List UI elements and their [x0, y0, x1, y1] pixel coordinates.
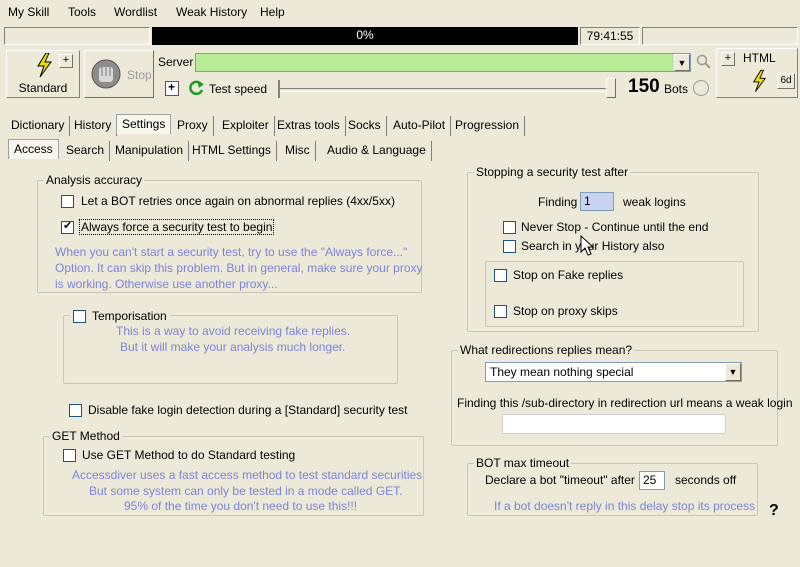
analysis-accuracy-title: Analysis accuracy: [44, 173, 145, 187]
tab-socks[interactable]: Socks: [343, 116, 387, 136]
redirection-select[interactable]: They mean nothing special ▼: [485, 362, 742, 382]
mouse-cursor-icon: [580, 235, 594, 256]
menu-help[interactable]: Help: [260, 5, 285, 19]
analysis-hint-line-2: Option. It can skip this problem. But in…: [55, 261, 423, 275]
tab-audio-language[interactable]: Audio & Language: [322, 141, 432, 161]
bot-timeout-title: BOT max timeout: [474, 456, 572, 470]
finding-count-input[interactable]: 1: [580, 192, 614, 211]
fake-replies-label[interactable]: Stop on Fake replies: [513, 268, 623, 282]
progress-bar: 0%: [152, 27, 578, 45]
timer-display: 79:41:55: [580, 27, 640, 45]
force-test-checkbox[interactable]: [61, 219, 74, 234]
server-label: Server: [158, 55, 194, 69]
stop-label: Stop: [127, 68, 152, 82]
bots-label: Bots: [664, 82, 689, 96]
tab-search[interactable]: Search: [61, 141, 111, 161]
temporisation-hint-line-1: This is a way to avoid receiving fake re…: [116, 324, 351, 338]
retry-checkbox[interactable]: [61, 195, 74, 208]
html-plus-button[interactable]: +: [721, 52, 735, 66]
timeout-seconds-input[interactable]: 25: [639, 471, 665, 490]
test-speed-label: Test speed: [209, 82, 268, 96]
tab-manipulation[interactable]: Manipulation: [110, 141, 190, 161]
retry-label[interactable]: Let a BOT retries once again on abnormal…: [81, 194, 395, 208]
analysis-hint-line-3: is working. Otherwise use another proxy.…: [55, 277, 278, 291]
temporisation-hint-line-2: But it will make your analysis much long…: [120, 340, 346, 354]
refresh-arrow-icon: [189, 80, 204, 96]
temporisation-label[interactable]: Temporisation: [92, 309, 167, 323]
never-stop-label[interactable]: Never Stop - Continue until the end: [521, 220, 708, 234]
proxy-skips-label[interactable]: Stop on proxy skips: [513, 304, 618, 318]
menu-bar: My Skill Tools Wordlist Weak History Hel…: [0, 0, 800, 24]
status-panel-left: [4, 27, 150, 45]
menu-tools[interactable]: Tools: [68, 5, 96, 19]
fake-replies-checkbox[interactable]: [494, 269, 507, 282]
tab-access[interactable]: Access: [8, 139, 59, 159]
get-method-hint-line-3: 95% of the time you don't need to use th…: [124, 499, 358, 513]
standard-mode-label[interactable]: Standard: [7, 81, 79, 95]
magnifier-icon[interactable]: [696, 54, 712, 70]
declare-timeout-label: Declare a bot "timeout" after: [485, 473, 635, 487]
temporisation-checkbox[interactable]: [73, 310, 86, 323]
server-combobox[interactable]: ▼: [195, 53, 691, 72]
standard-panel: + Standard: [6, 50, 80, 98]
standard-plus-button[interactable]: +: [59, 54, 73, 68]
speed-slider-left-tick: [278, 80, 280, 98]
get-method-hint-line-1: Accessdiver uses a fast access method to…: [72, 468, 423, 482]
html-mode-label[interactable]: HTML: [743, 51, 776, 65]
tab-auto-pilot[interactable]: Auto-Pilot: [388, 116, 452, 136]
speed-slider-track[interactable]: [278, 88, 612, 92]
sub-tab-strip: Access Search Manipulation HTML Settings…: [6, 139, 796, 161]
redirection-select-value: They mean nothing special: [490, 365, 634, 379]
get-method-checkbox[interactable]: [63, 449, 76, 462]
tab-proxy[interactable]: Proxy: [172, 116, 214, 136]
chevron-down-icon[interactable]: ▼: [674, 54, 690, 71]
stopping-title: Stopping a security test after: [474, 165, 631, 179]
subdir-input[interactable]: [502, 414, 726, 434]
lightning-icon: [752, 69, 767, 92]
tab-history[interactable]: History: [69, 116, 118, 136]
lightning-icon: [37, 53, 52, 77]
get-method-label[interactable]: Use GET Method to do Standard testing: [82, 448, 295, 462]
redirections-title: What redirections replies mean?: [458, 343, 635, 357]
main-tab-strip: Dictionary History Settings Proxy Exploi…: [4, 114, 796, 136]
get-method-hint-line-2: But some system can only be tested in a …: [89, 484, 403, 498]
status-panel-right: [642, 27, 798, 45]
html-small-button[interactable]: 6d: [777, 73, 795, 89]
get-method-title: GET Method: [50, 429, 122, 443]
weak-logins-label: weak logins: [623, 195, 686, 209]
add-page-icon[interactable]: +: [165, 80, 179, 96]
html-panel: + HTML 6d: [716, 48, 798, 98]
help-icon[interactable]: ?: [769, 502, 779, 520]
tab-misc[interactable]: Misc: [280, 141, 316, 161]
seconds-off-label: seconds off: [675, 473, 737, 487]
never-stop-checkbox[interactable]: [503, 221, 516, 234]
analysis-hint-line-1: When you can't start a security test, tr…: [55, 245, 408, 259]
tab-settings[interactable]: Settings: [116, 114, 172, 134]
chevron-down-icon[interactable]: ▼: [725, 363, 741, 381]
bots-count: 150: [628, 76, 660, 97]
proxy-skips-checkbox[interactable]: [494, 305, 507, 318]
disable-fake-detection-label[interactable]: Disable fake login detection during a [S…: [88, 403, 408, 417]
bot-timeout-hint: If a bot doesn't reply in this delay sto…: [494, 499, 756, 513]
subdir-label: Finding this /sub-directory in redirecti…: [457, 396, 793, 410]
tab-html-settings[interactable]: HTML Settings: [187, 141, 277, 161]
speed-slider-thumb[interactable]: [606, 78, 616, 98]
disable-fake-detection-checkbox[interactable]: [69, 404, 82, 417]
force-test-label[interactable]: Always force a security test to begin: [79, 219, 275, 235]
stop-button[interactable]: Stop: [84, 50, 154, 98]
menu-weak-history[interactable]: Weak History: [176, 5, 247, 19]
tab-exploiter[interactable]: Exploiter: [217, 116, 275, 136]
stop-hand-icon: [91, 59, 121, 89]
tab-dictionary[interactable]: Dictionary: [6, 116, 71, 136]
tab-extras-tools[interactable]: Extras tools: [272, 116, 346, 136]
search-history-checkbox[interactable]: [503, 240, 516, 253]
radio-indicator[interactable]: [693, 80, 709, 96]
menu-my-skill[interactable]: My Skill: [8, 5, 49, 19]
menu-wordlist[interactable]: Wordlist: [114, 5, 157, 19]
finding-label: Finding: [538, 195, 578, 209]
tab-progression[interactable]: Progression: [450, 116, 526, 136]
